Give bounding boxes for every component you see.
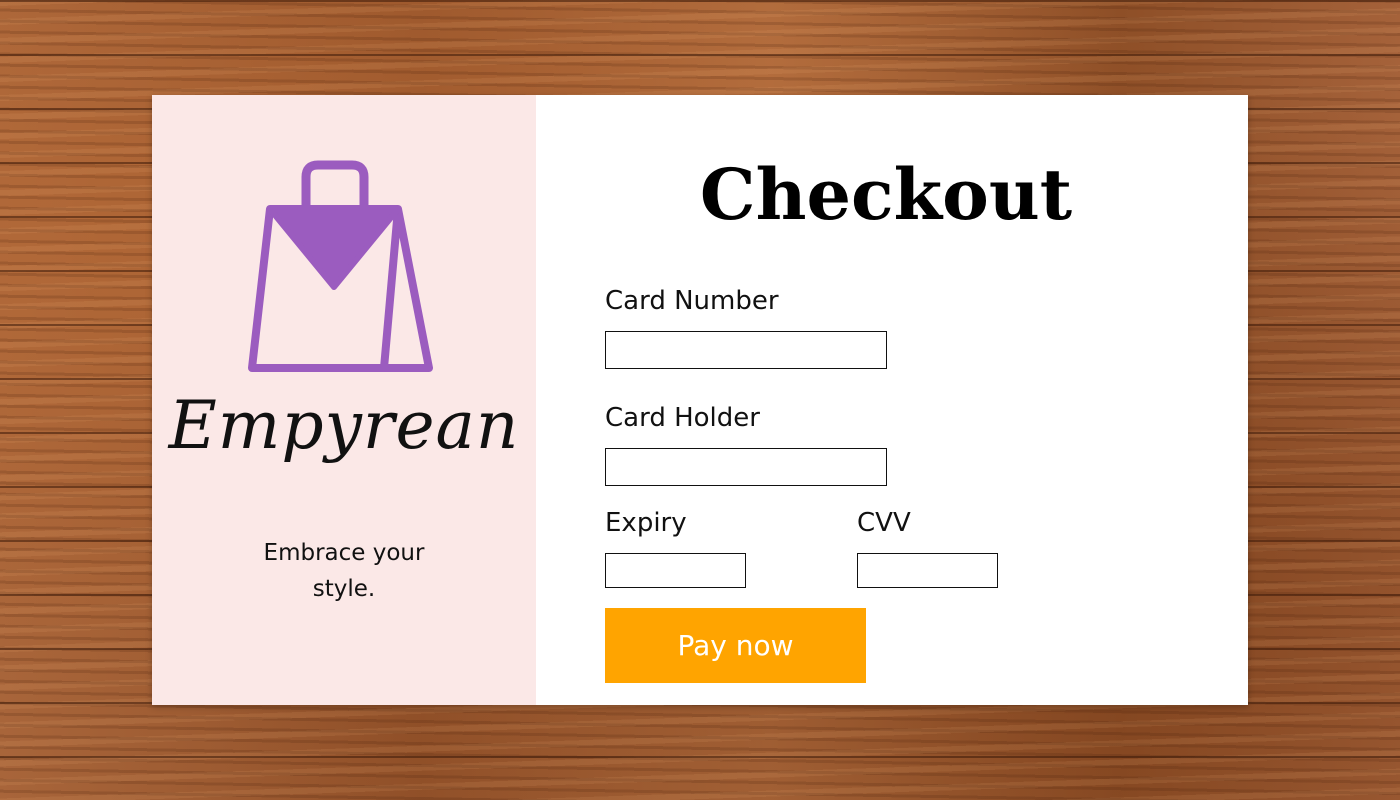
checkout-card: Empyrean Embrace your style. Checkout Ca… [152,95,1248,705]
pay-now-button[interactable]: Pay now [605,608,866,683]
cvv-input[interactable] [857,553,998,588]
brand-panel: Empyrean Embrace your style. [152,95,536,705]
page-title: Checkout [699,153,1073,236]
checkout-form-panel: Checkout Card Number Card Holder Expiry … [536,95,1248,705]
card-number-label: Card Number [605,286,779,316]
card-holder-input[interactable] [605,448,887,486]
expiry-input[interactable] [605,553,746,588]
brand-name: Empyrean [168,387,520,464]
cvv-label: CVV [857,508,911,538]
card-holder-label: Card Holder [605,403,760,433]
brand-tagline: Embrace your style. [263,540,425,602]
shopping-bag-icon [248,160,433,372]
expiry-label: Expiry [605,508,687,538]
card-number-input[interactable] [605,331,887,369]
